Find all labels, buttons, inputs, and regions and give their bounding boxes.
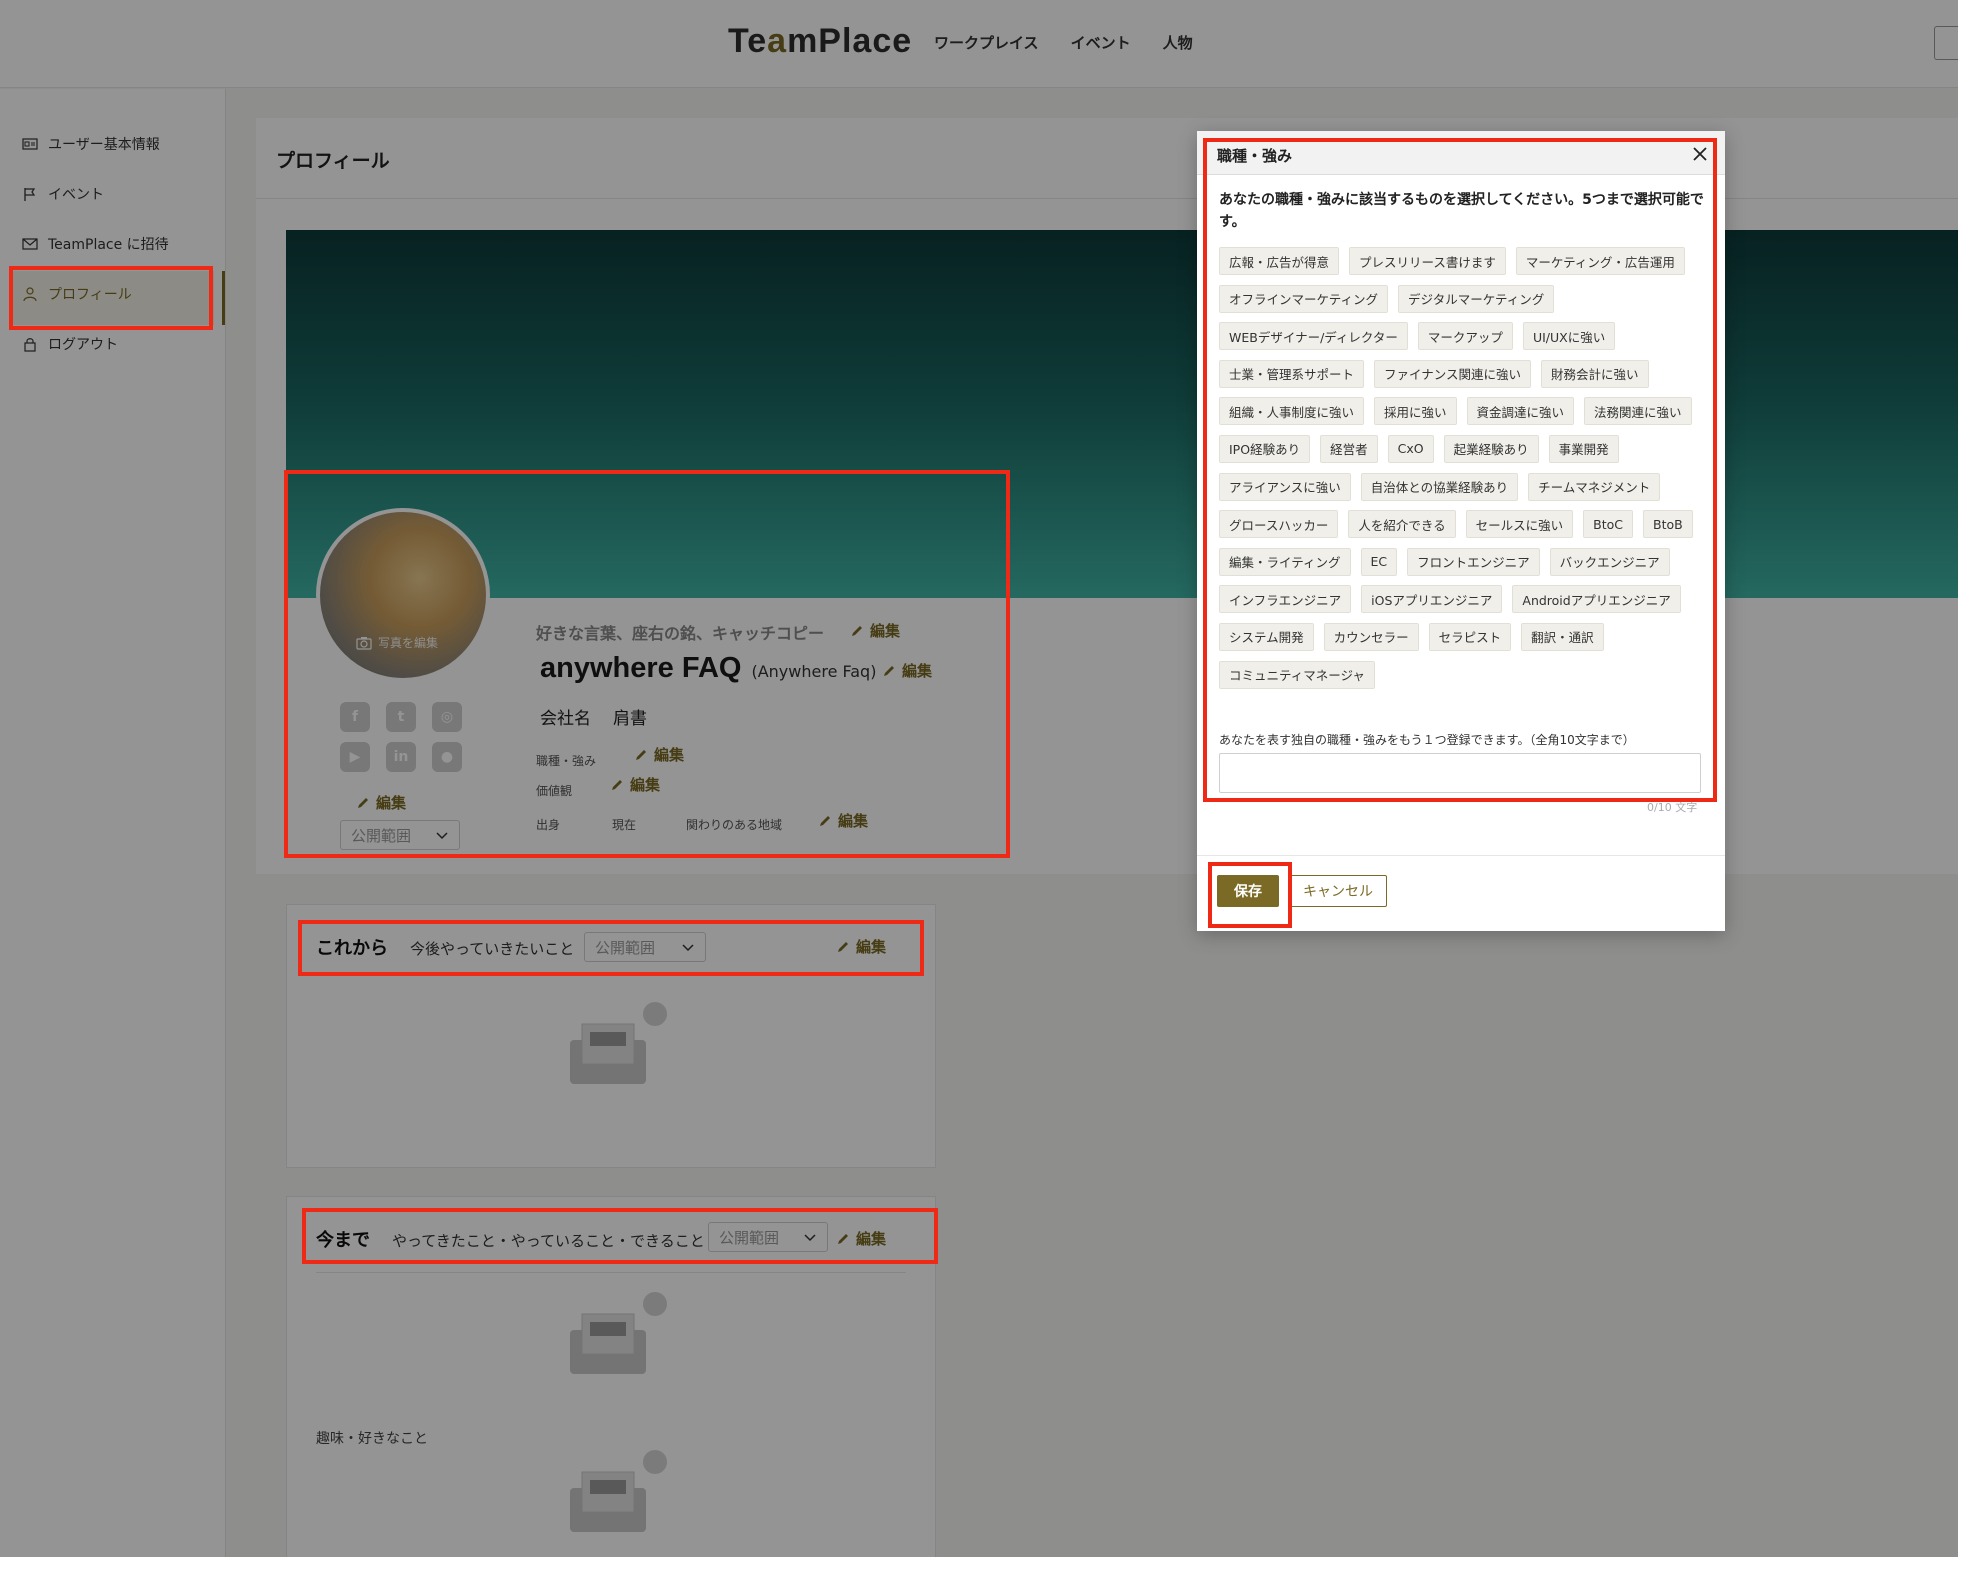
- strength-tag[interactable]: iOSアプリエンジニア: [1361, 585, 1503, 614]
- tag-row: 士業・管理系サポート ファイナンス関連に強い 財務会計に強い: [1219, 359, 1711, 388]
- strength-tag[interactable]: 法務関連に強い: [1584, 397, 1692, 426]
- strength-tag[interactable]: コミュニティマネージャ: [1219, 660, 1375, 689]
- tag-row: インフラエンジニア iOSアプリエンジニア Androidアプリエンジニア: [1219, 585, 1711, 614]
- strength-tag[interactable]: 採用に強い: [1374, 397, 1457, 426]
- modal-header: 職種・強み: [1197, 131, 1725, 175]
- char-count: 0/10 文字: [1647, 801, 1698, 814]
- strength-tag[interactable]: マークアップ: [1417, 322, 1513, 351]
- close-icon[interactable]: [1691, 145, 1709, 163]
- strength-tag[interactable]: オフラインマーケティング: [1219, 284, 1389, 313]
- tag-row: IPO経験あり 経営者 CxO 起業経験あり 事業開発: [1219, 434, 1711, 463]
- tag-row: オフラインマーケティング デジタルマーケティング: [1219, 284, 1711, 313]
- strength-tag[interactable]: システム開発: [1219, 622, 1314, 651]
- tag-list: 広報・広告が得意 プレスリリース書けます マーケティング・広告運用 オフラインマーケテ…: [1219, 247, 1711, 698]
- strength-tag[interactable]: 人を紹介できる: [1348, 510, 1456, 539]
- strength-tag[interactable]: グロースハッカー: [1219, 510, 1339, 539]
- strength-tag[interactable]: マーケティング・広告運用: [1515, 247, 1685, 275]
- cancel-button[interactable]: キャンセル: [1289, 875, 1387, 907]
- strength-tag[interactable]: CxO: [1387, 434, 1434, 463]
- strength-tag[interactable]: 起業経験あり: [1443, 434, 1539, 463]
- strength-tag[interactable]: 広報・広告が得意: [1219, 247, 1340, 275]
- tag-row: WEBデザイナー/ディレクター マークアップ UI/UXに強い: [1219, 322, 1711, 351]
- strength-tag[interactable]: チームマネジメント: [1528, 472, 1661, 501]
- save-button[interactable]: 保存: [1217, 875, 1279, 907]
- strength-tag[interactable]: BtoC: [1583, 510, 1634, 539]
- modal-title: 職種・強み: [1217, 147, 1293, 165]
- custom-strength-label: あなたを表す独自の職種・強みをもう１つ登録できます。（全角10文字まで）: [1219, 733, 1635, 747]
- strength-tag[interactable]: インフラエンジニア: [1219, 585, 1352, 614]
- divider: [1197, 855, 1725, 856]
- strength-tag[interactable]: セールスに強い: [1465, 510, 1574, 539]
- tag-row: 組織・人事制度に強い 採用に強い 資金調達に強い 法務関連に強い: [1219, 397, 1711, 426]
- strength-tag[interactable]: 士業・管理系サポート: [1219, 359, 1365, 388]
- strength-tag[interactable]: ファイナンス関連に強い: [1374, 359, 1532, 388]
- strength-tag[interactable]: プレスリリース書けます: [1349, 247, 1506, 275]
- strength-tag[interactable]: IPO経験あり: [1219, 434, 1311, 463]
- modal-description: あなたの職種・強みに該当するものを選択してください。5つまで選択可能です。: [1219, 192, 1704, 230]
- strength-tag[interactable]: デジタルマーケティング: [1398, 284, 1555, 313]
- custom-strength-input[interactable]: [1219, 753, 1701, 793]
- tag-row: システム開発 カウンセラー セラピスト 翻訳・通訳: [1219, 622, 1711, 651]
- strength-tag[interactable]: 資金調達に強い: [1466, 397, 1575, 426]
- strength-tag[interactable]: Androidアプリエンジニア: [1512, 585, 1681, 614]
- strength-tag[interactable]: セラピスト: [1428, 622, 1512, 651]
- strength-tag[interactable]: カウンセラー: [1323, 622, 1419, 651]
- tag-row: グロースハッカー 人を紹介できる セールスに強い BtoC BtoB: [1219, 510, 1711, 539]
- strength-tag[interactable]: 編集・ライティング: [1219, 547, 1351, 576]
- strength-tag[interactable]: アライアンスに強い: [1219, 472, 1351, 501]
- strength-tag[interactable]: 翻訳・通訳: [1521, 622, 1604, 651]
- strength-tag[interactable]: 事業開発: [1548, 434, 1619, 463]
- strength-tag[interactable]: 経営者: [1320, 434, 1378, 463]
- strength-tag[interactable]: EC: [1360, 547, 1398, 576]
- tag-row: 広報・広告が得意 プレスリリース書けます マーケティング・広告運用: [1219, 247, 1711, 275]
- strength-tag[interactable]: WEBデザイナー/ディレクター: [1219, 322, 1408, 351]
- strength-tag[interactable]: 自治体との協業経験あり: [1360, 472, 1519, 501]
- strength-tag[interactable]: 組織・人事制度に強い: [1219, 397, 1365, 426]
- tag-row: コミュニティマネージャ: [1219, 660, 1711, 689]
- strength-tag[interactable]: UI/UXに強い: [1522, 322, 1616, 351]
- app-window: TeamPlace ワークプレイス イベント 人物 ユーザー基本情報 イベント …: [0, 0, 1958, 1557]
- strength-tag[interactable]: フロントエンジニア: [1407, 547, 1540, 576]
- tag-row: 編集・ライティング EC フロントエンジニア バックエンジニア: [1219, 547, 1711, 576]
- strength-tag[interactable]: BtoB: [1643, 510, 1693, 539]
- strength-tag[interactable]: 財務会計に強い: [1541, 359, 1649, 388]
- strength-tag[interactable]: バックエンジニア: [1549, 547, 1670, 576]
- job-strength-modal: 職種・強み あなたの職種・強みに該当するものを選択してください。5つまで選択可能…: [1197, 131, 1725, 931]
- tag-row: アライアンスに強い 自治体との協業経験あり チームマネジメント: [1219, 472, 1711, 501]
